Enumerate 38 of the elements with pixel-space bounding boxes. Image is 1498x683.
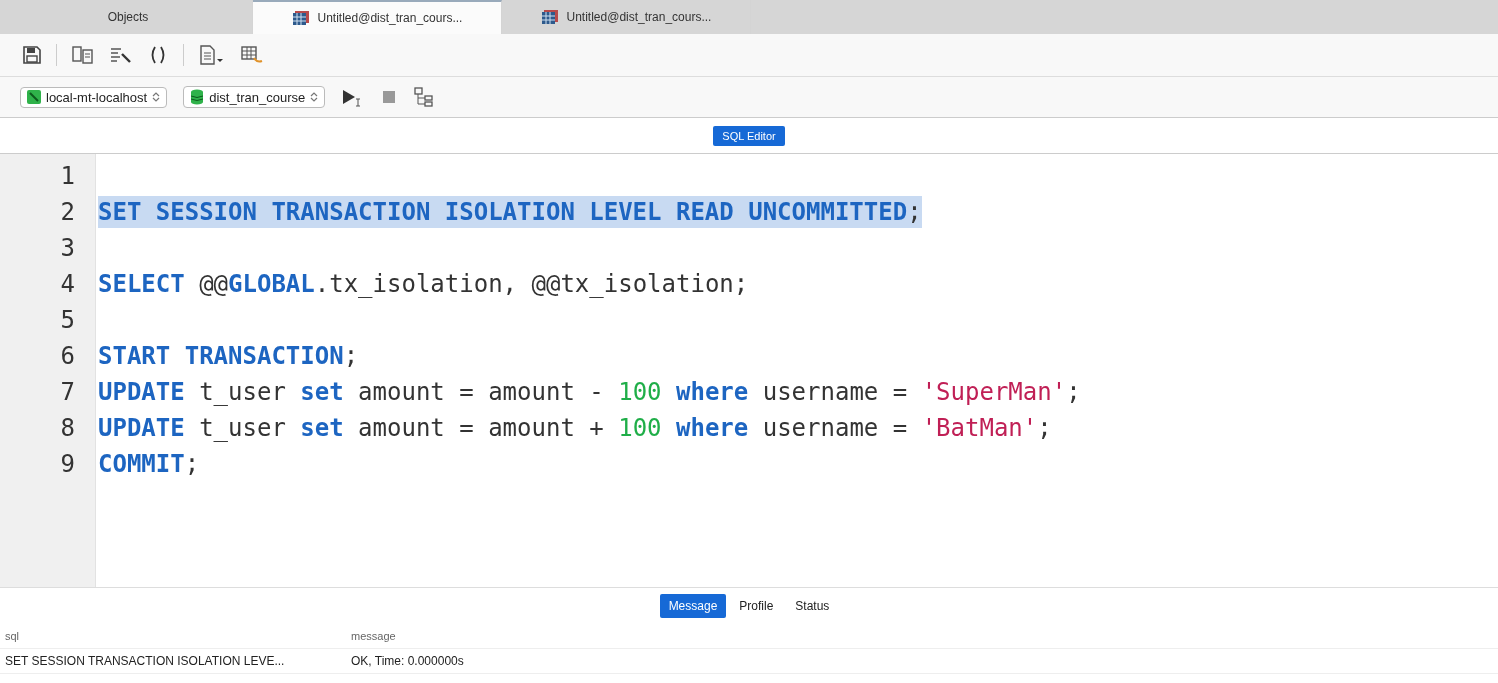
code-line: COMMIT; xyxy=(98,449,200,480)
result-tab[interactable]: Status xyxy=(786,594,839,618)
sql-editor-button[interactable]: SQL Editor xyxy=(713,125,785,146)
code-line: START TRANSACTION; xyxy=(98,341,359,372)
line-number: 5 xyxy=(59,305,76,336)
stop-icon[interactable] xyxy=(381,89,398,105)
result-tab[interactable]: Message xyxy=(659,594,727,618)
database-select[interactable]: dist_tran_course xyxy=(183,86,326,108)
save-icon[interactable] xyxy=(22,45,42,65)
explain-icon[interactable] xyxy=(413,86,436,108)
table-icon xyxy=(540,9,559,25)
format-icon[interactable] xyxy=(109,45,133,65)
code-line: UPDATE t_user set amount = amount - 100 where username = 'SuperMan'; xyxy=(98,377,1081,408)
stepper-icon xyxy=(310,91,319,103)
editor-tab[interactable]: Untitled@dist_tran_cours... xyxy=(253,0,502,34)
line-number: 9 xyxy=(59,449,76,480)
line-number: 8 xyxy=(59,413,76,444)
line-number: 4 xyxy=(59,269,76,300)
connection-icon xyxy=(27,90,41,104)
database-icon xyxy=(190,89,205,105)
code-line: UPDATE t_user set amount = amount + 100 where username = 'BatMan'; xyxy=(98,413,1052,444)
column-header: message xyxy=(351,630,396,642)
table-icon xyxy=(291,10,310,26)
stepper-icon xyxy=(152,91,161,103)
line-number: 6 xyxy=(59,341,76,372)
line-number: 7 xyxy=(59,377,76,408)
result-tab[interactable]: Profile xyxy=(730,594,783,618)
line-number: 2 xyxy=(59,197,76,228)
column-header: sql xyxy=(4,630,21,642)
connection-select[interactable]: local-mt-localhost xyxy=(20,86,168,108)
table-cell-text: SET SESSION TRANSACTION ISOLATION LEVE... xyxy=(4,654,286,668)
line-number: 1 xyxy=(59,161,76,192)
line-number: 3 xyxy=(59,233,76,264)
document-dropdown-icon[interactable] xyxy=(198,44,226,66)
code-line: SELECT @@GLOBAL.tx_isolation, @@tx_isolation; xyxy=(98,269,749,300)
table-cell: OK, Time: 0.000000s xyxy=(351,654,464,668)
compare-icon[interactable] xyxy=(71,45,95,65)
table-export-icon[interactable] xyxy=(240,44,264,66)
